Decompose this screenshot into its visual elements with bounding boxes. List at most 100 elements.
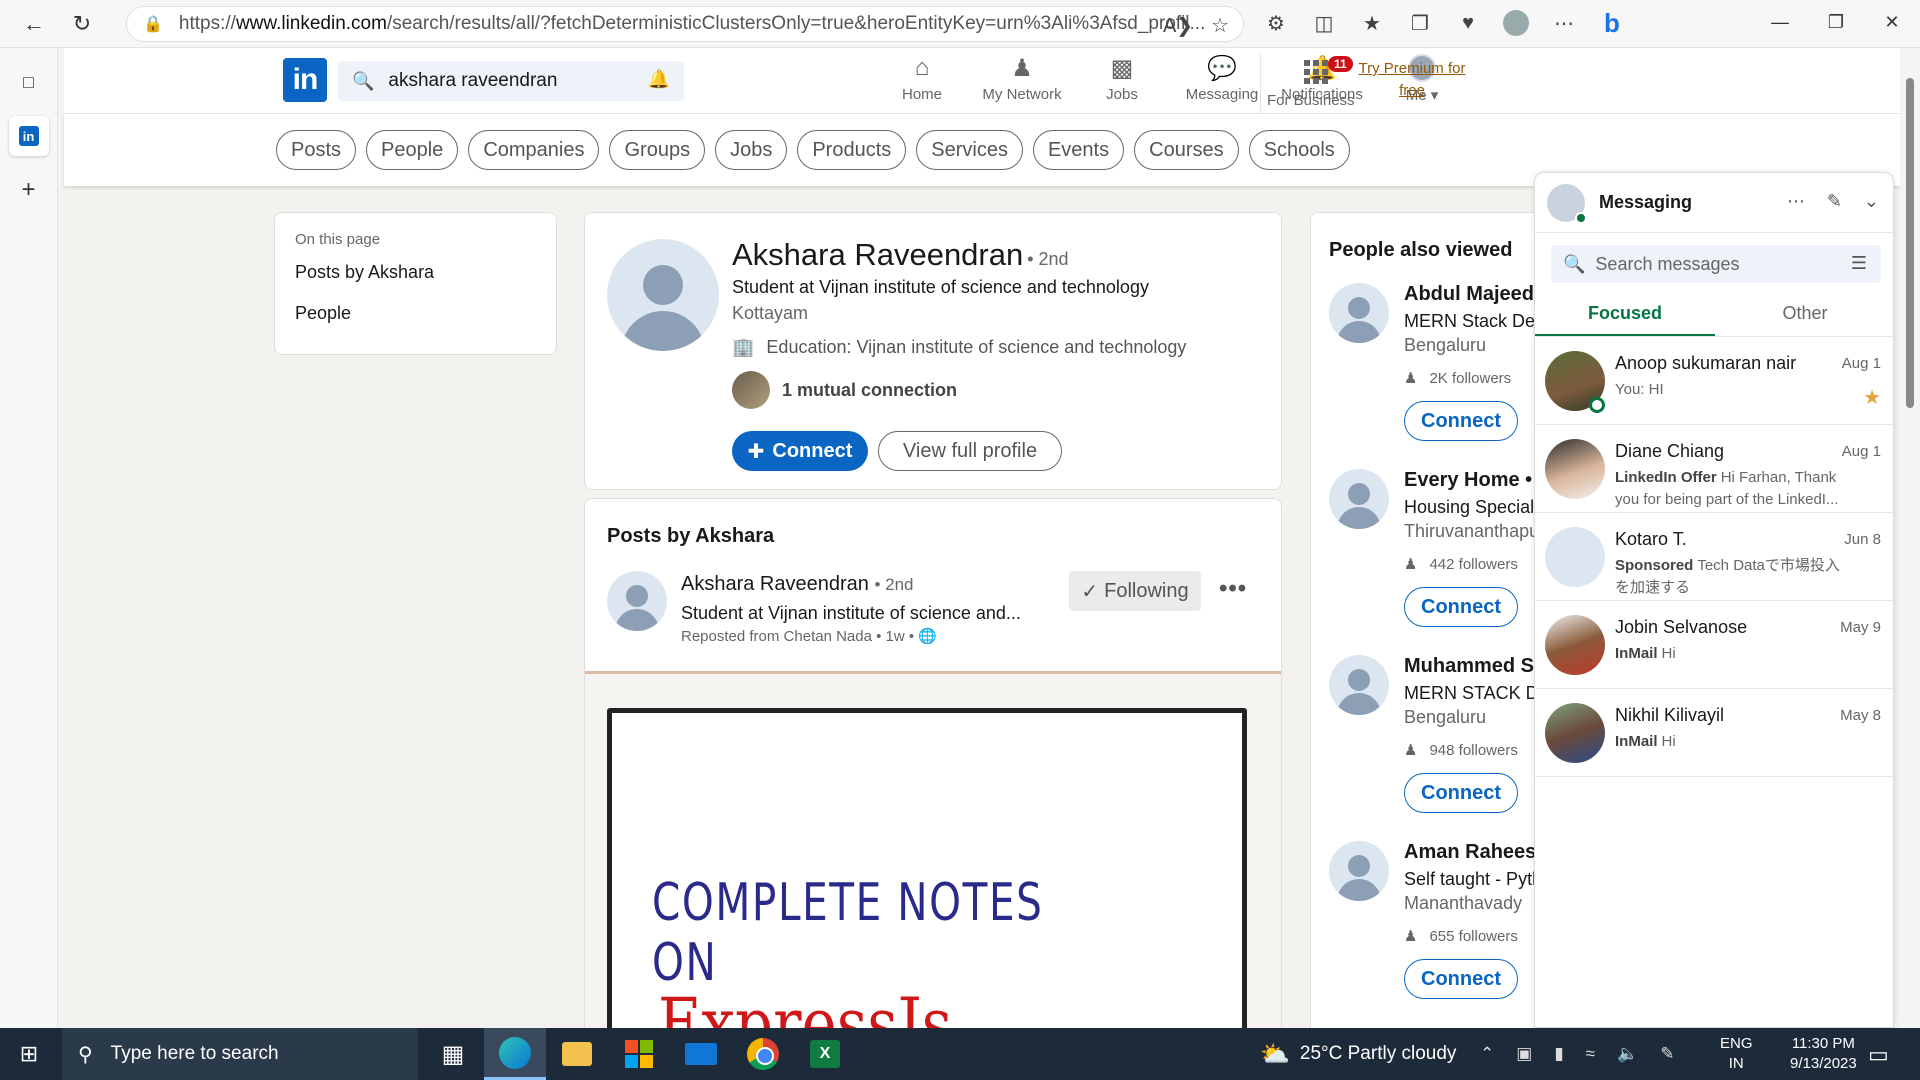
filter-events[interactable]: Events (1032, 130, 1125, 170)
compose-icon[interactable]: ✎ (1827, 191, 1842, 212)
excel-app-icon[interactable]: X (794, 1028, 856, 1080)
profile-card: Akshara Raveendran • 2nd Student at Vijna… (584, 212, 1282, 490)
edge-app-icon[interactable] (484, 1028, 546, 1080)
conversation-item[interactable]: Jobin Selvanose May 9 InMail Hi (1535, 601, 1893, 689)
taskbar-search-input[interactable]: ⚲ Type here to search (62, 1028, 418, 1080)
conversation-date: Aug 1 (1841, 355, 1881, 372)
post-image[interactable]: COMPLETE NOTES ON ExpressJs (585, 671, 1281, 1037)
split-screen-icon[interactable]: ◫ (1306, 4, 1342, 42)
language-indicator[interactable]: ENG IN (1720, 1034, 1753, 1074)
connect-button[interactable]: Connect (1404, 401, 1518, 441)
tab-focused[interactable]: Focused (1535, 293, 1715, 336)
profile-avatar[interactable] (607, 239, 719, 351)
chevron-up-icon[interactable]: ⌃ (1480, 1044, 1494, 1064)
wifi-icon[interactable]: ≈ (1586, 1044, 1595, 1064)
nav-messaging[interactable]: 💬 Messaging (1172, 54, 1272, 104)
conversation-name: Jobin Selvanose (1615, 617, 1748, 637)
filter-groups[interactable]: Groups (609, 130, 706, 170)
conversation-item[interactable]: Kotaro T. Jun 8 Sponsored Tech Dataで市場投入を… (1535, 513, 1893, 601)
filter-jobs[interactable]: Jobs (715, 130, 788, 170)
read-aloud-icon[interactable]: A❯ (1163, 13, 1193, 38)
windows-start-icon[interactable]: ⊞ (0, 1028, 58, 1080)
star-icon[interactable]: ★ (1863, 385, 1881, 410)
url-prefix: https:// (178, 13, 236, 34)
favorite-star-icon[interactable]: ☆ (1211, 13, 1229, 38)
back-button[interactable]: ← (14, 4, 54, 44)
connect-button[interactable]: Connect (1404, 773, 1518, 813)
volume-icon[interactable]: 🔈 (1617, 1044, 1638, 1064)
avatar[interactable] (1329, 469, 1389, 529)
task-view-icon[interactable]: ▦ (422, 1028, 484, 1080)
favorites-icon[interactable]: ★ (1354, 4, 1390, 42)
search-messages-input[interactable]: 🔍 Search messages ☰ (1551, 245, 1881, 283)
bing-icon[interactable]: b (1594, 4, 1630, 42)
filter-icon[interactable]: ☰ (1851, 253, 1867, 274)
person-name[interactable]: Abdul Majeed (1404, 283, 1534, 306)
filter-services[interactable]: Services (916, 130, 1023, 170)
maximize-button[interactable]: ❐ (1808, 0, 1864, 44)
new-tab-icon[interactable]: + (9, 170, 49, 210)
chrome-app-icon[interactable] (732, 1028, 794, 1080)
extensions-icon[interactable]: ⚙ (1258, 4, 1294, 42)
filter-schools[interactable]: Schools (1248, 130, 1350, 170)
mail-app-icon[interactable] (670, 1028, 732, 1080)
minimize-button[interactable]: — (1752, 0, 1808, 44)
profile-name[interactable]: Akshara Raveendran (732, 237, 1023, 272)
post-author-name[interactable]: Akshara Raveendran (681, 573, 869, 595)
mutual-connections[interactable]: 1 mutual connection (732, 371, 957, 409)
collections-icon[interactable]: ❐ (1402, 4, 1438, 42)
avatar[interactable] (1329, 841, 1389, 901)
post-author-avatar[interactable] (607, 571, 667, 631)
nav-jobs[interactable]: ▩ Jobs (1072, 54, 1172, 104)
notification-center-icon[interactable]: ▭ (1868, 1042, 1889, 1068)
filter-posts[interactable]: Posts (276, 130, 357, 170)
file-explorer-icon[interactable] (546, 1028, 608, 1080)
linkedin-logo[interactable]: in (283, 58, 327, 102)
page-scrollbar[interactable] (1900, 48, 1920, 1028)
meet-icon[interactable]: ▣ (1516, 1044, 1532, 1064)
profile-icon[interactable] (1498, 4, 1534, 42)
connect-button[interactable]: Connect (1404, 587, 1518, 627)
followers-count: 948 followers (1429, 741, 1518, 759)
link-posts-by-akshara[interactable]: Posts by Akshara (295, 262, 536, 283)
avatar[interactable] (1329, 283, 1389, 343)
scrollbar-thumb[interactable] (1906, 78, 1914, 408)
connect-button[interactable]: Connect (1404, 959, 1518, 999)
avatar[interactable] (1329, 655, 1389, 715)
browser-essentials-icon[interactable]: ♥ (1450, 4, 1486, 42)
more-icon[interactable]: ⋯ (1546, 4, 1582, 42)
followers-icon: ♟ (1404, 556, 1418, 573)
tab-other[interactable]: Other (1715, 293, 1893, 336)
conversation-item[interactable]: Nikhil Kilivayil May 8 InMail Hi (1535, 689, 1893, 777)
chevron-down-icon[interactable]: ⌄ (1864, 191, 1879, 212)
view-full-profile-button[interactable]: View full profile (878, 431, 1062, 471)
search-input[interactable]: 🔍 akshara raveendran 🔔 (338, 61, 684, 101)
address-bar[interactable]: 🔒 https:// www.linkedin.com /search/resu… (126, 6, 1244, 42)
search-alert-icon[interactable]: 🔔 (648, 69, 670, 90)
close-button[interactable]: ✕ (1864, 0, 1920, 44)
conversation-item[interactable]: Anoop sukumaran nair Aug 1 You: HI ★ (1535, 337, 1893, 425)
more-options-icon[interactable]: ⋯ (1787, 191, 1805, 212)
weather-widget[interactable]: ⛅ 25°C Partly cloudy (1260, 1028, 1456, 1080)
nav-my-network[interactable]: ♟ My Network (972, 54, 1072, 104)
person-name[interactable]: Aman Rahees (1404, 841, 1536, 864)
conversation-item[interactable]: Diane Chiang Aug 1 LinkedIn Offer Hi Farh… (1535, 425, 1893, 513)
filter-people[interactable]: People (366, 130, 459, 170)
link-people[interactable]: People (295, 303, 536, 324)
nav-home[interactable]: ⌂ Home (872, 54, 972, 104)
battery-icon[interactable]: ▮ (1554, 1044, 1563, 1064)
filter-products[interactable]: Products (797, 130, 907, 170)
linkedin-tab-icon[interactable]: in (8, 116, 49, 156)
filter-courses[interactable]: Courses (1134, 130, 1239, 170)
tab-actions-icon[interactable]: □ (9, 62, 49, 102)
filter-companies[interactable]: Companies (468, 130, 600, 170)
clock[interactable]: 11:30 PM 9/13/2023 (1790, 1034, 1857, 1074)
connect-button[interactable]: ✚ Connect (732, 431, 868, 471)
pen-icon[interactable]: ✎ (1660, 1044, 1674, 1064)
reload-button[interactable]: ↻ (62, 4, 102, 44)
store-app-icon[interactable] (608, 1028, 670, 1080)
messaging-header[interactable]: Messaging ⋯ ✎ ⌄ (1535, 173, 1893, 233)
following-button[interactable]: ✓ Following (1069, 571, 1201, 611)
try-premium-link[interactable]: Try Premium for free (1352, 58, 1472, 102)
more-options-icon[interactable]: ••• (1219, 575, 1247, 603)
